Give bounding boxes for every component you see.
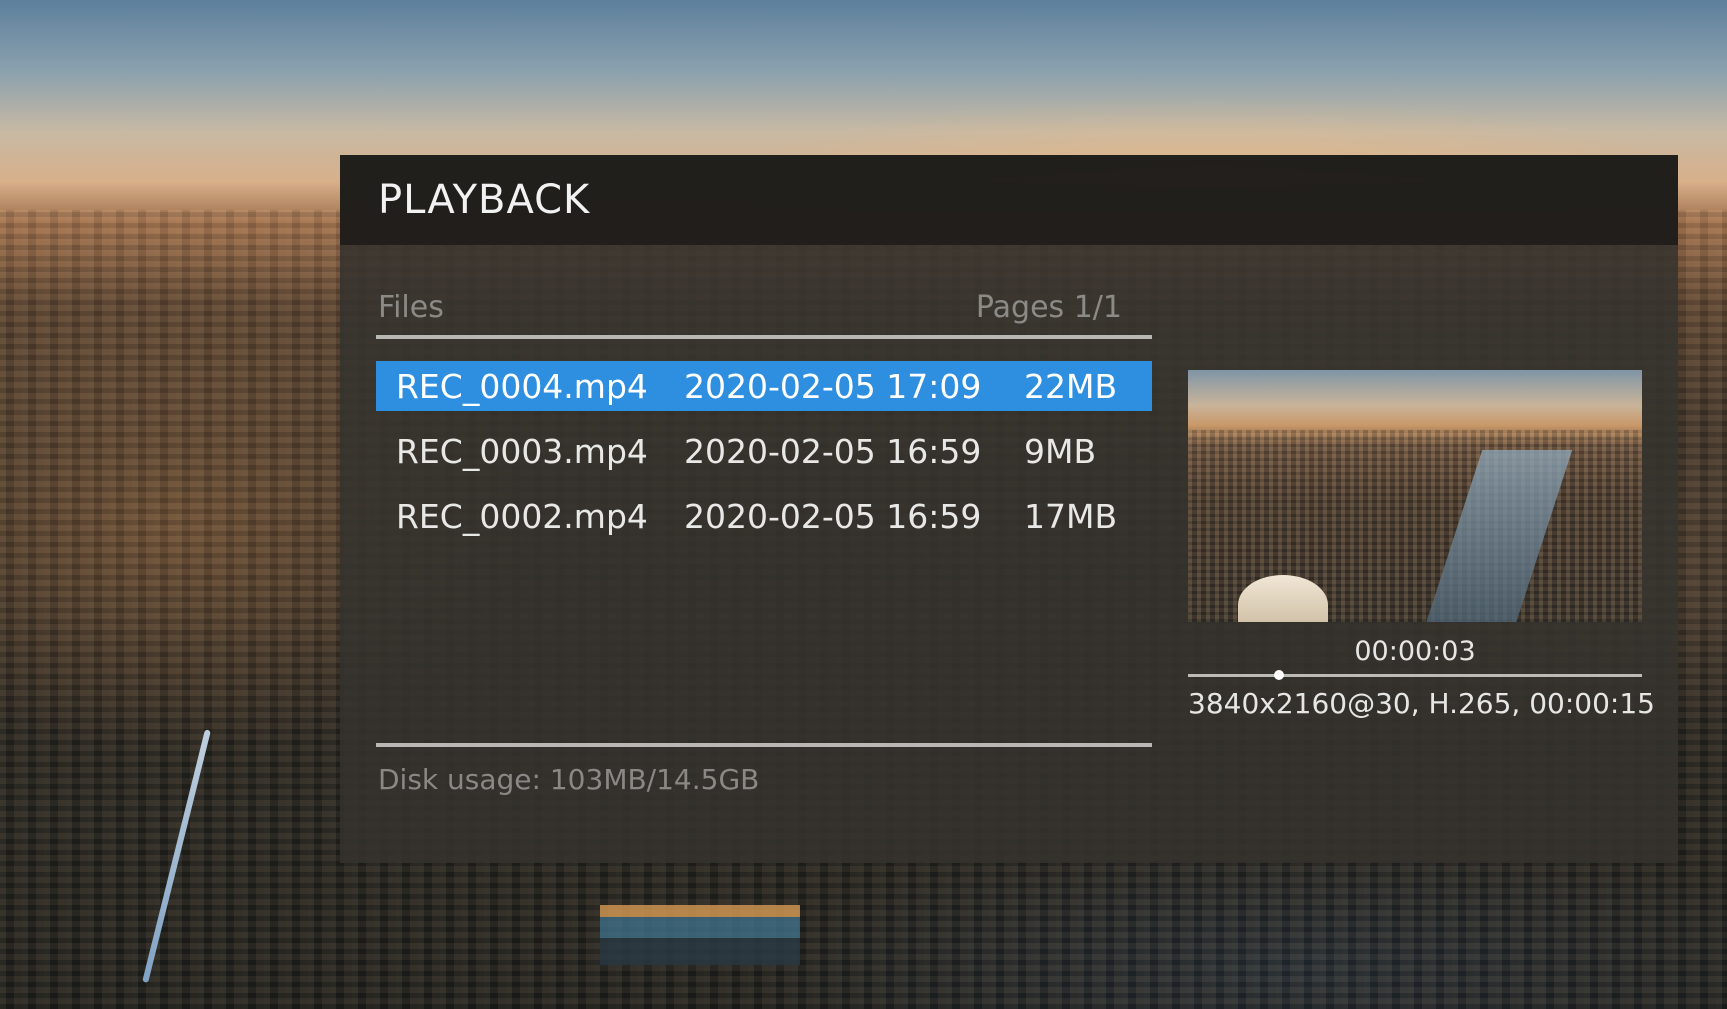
video-info: 3840x2160@30, H.265, 00:00:15 <box>1188 687 1655 720</box>
file-size: 9MB <box>1024 431 1097 471</box>
page-indicator: Pages 1/1 <box>975 290 1122 325</box>
video-thumbnail[interactable] <box>1188 370 1642 622</box>
file-name: REC_0003.mp4 <box>396 431 648 471</box>
file-name: REC_0004.mp4 <box>396 366 648 406</box>
thumbnail-river <box>1423 450 1573 622</box>
file-date: 2020-02-05 16:59 <box>684 496 982 536</box>
disk-usage: Disk usage: 103MB/14.5GB <box>378 763 760 796</box>
file-list-header: Files Pages 1/1 <box>376 275 1152 325</box>
file-size: 17MB <box>1024 496 1118 536</box>
preview-panel: 00:00:03 3840x2160@30, H.265, 00:00:15 <box>1188 370 1655 720</box>
list-footer-divider <box>376 743 1152 747</box>
current-time: 00:00:03 <box>1354 636 1476 667</box>
progress-knob[interactable] <box>1273 670 1284 680</box>
file-row[interactable]: REC_0004.mp4 2020-02-05 17:09 22MB <box>376 361 1152 411</box>
file-date: 2020-02-05 16:59 <box>684 431 982 471</box>
file-size: 22MB <box>1024 366 1118 406</box>
file-date: 2020-02-05 17:09 <box>684 366 982 406</box>
list-header-divider <box>376 335 1152 339</box>
background-building <box>600 905 800 965</box>
thumbnail-dome <box>1238 575 1328 622</box>
file-list: REC_0004.mp4 2020-02-05 17:09 22MB REC_0… <box>376 361 1152 743</box>
file-row[interactable]: REC_0003.mp4 2020-02-05 16:59 9MB <box>376 426 1152 476</box>
playback-dialog: PLAYBACK Files Pages 1/1 REC_0004.mp4 20… <box>340 155 1678 863</box>
dialog-title: PLAYBACK <box>378 177 591 223</box>
files-label: Files <box>378 290 444 325</box>
file-list-panel: Files Pages 1/1 REC_0004.mp4 2020-02-05 … <box>376 275 1152 796</box>
file-name: REC_0002.mp4 <box>396 496 648 536</box>
camera-screen: PLAYBACK Files Pages 1/1 REC_0004.mp4 20… <box>0 0 1727 1009</box>
progress-bar[interactable] <box>1188 670 1642 680</box>
dialog-header: PLAYBACK <box>340 155 1678 245</box>
file-row[interactable]: REC_0002.mp4 2020-02-05 16:59 17MB <box>376 491 1152 541</box>
background-river-highlight <box>142 729 211 984</box>
